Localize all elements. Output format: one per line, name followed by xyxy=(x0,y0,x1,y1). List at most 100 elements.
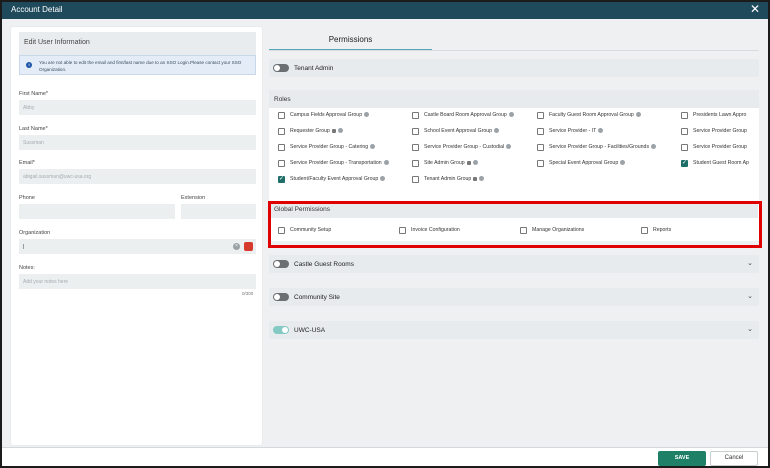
role-label-text: School Event Approval Group xyxy=(424,128,493,134)
first-name-label: First Name* xyxy=(19,91,49,97)
global-permission-label: Reports xyxy=(653,227,672,233)
close-icon[interactable]: ✕ xyxy=(750,2,760,16)
role-label-text: Campus Fields Approval Group xyxy=(290,112,363,118)
tab-permissions[interactable]: Permissions xyxy=(269,27,432,51)
role-checkbox[interactable] xyxy=(681,144,688,151)
last-name-field[interactable]: Sussman xyxy=(19,135,256,150)
role-checkbox[interactable] xyxy=(412,176,419,183)
lock-icon xyxy=(473,176,478,181)
role-label: Requester Group xyxy=(290,128,343,134)
help-icon[interactable] xyxy=(494,128,500,134)
role-label: Service Provider Group xyxy=(693,144,747,150)
role-label-text: Student/Faculty Event Approval Group xyxy=(290,176,379,182)
role-label-text: Site Admin Group xyxy=(424,160,465,166)
lock-icon xyxy=(331,128,336,133)
help-icon[interactable] xyxy=(620,160,626,166)
save-button[interactable]: SAVE xyxy=(658,451,706,466)
help-icon[interactable] xyxy=(370,144,376,150)
dialog-footer: SAVE Cancel xyxy=(2,447,768,466)
role-label: Campus Fields Approval Group xyxy=(290,112,370,118)
chevron-down-icon[interactable]: ⌄ xyxy=(747,325,753,333)
global-permission-label: Manage Organizations xyxy=(532,227,585,233)
role-checkbox[interactable] xyxy=(278,128,285,135)
role-checkbox[interactable] xyxy=(681,112,688,119)
sso-info-banner: i You are not able to edit the email and… xyxy=(19,55,256,75)
role-checkbox[interactable] xyxy=(412,160,419,167)
organization-action-button[interactable] xyxy=(244,242,253,251)
chevron-down-icon[interactable]: ⌄ xyxy=(747,292,753,300)
site-toggle[interactable] xyxy=(273,293,289,301)
site-row[interactable]: Community Site ⌄ xyxy=(269,288,759,306)
organization-label: Organization xyxy=(19,230,51,236)
global-permission-label: Invoice Configuration xyxy=(411,227,460,233)
role-checkbox[interactable] xyxy=(278,175,285,183)
role-checkbox[interactable] xyxy=(412,144,419,151)
role-label: Presidents Lawn Appro xyxy=(693,112,746,118)
help-icon[interactable] xyxy=(479,176,485,182)
role-label: Service Provider Group - Transportation xyxy=(290,160,389,166)
role-checkbox[interactable] xyxy=(278,112,285,119)
role-label-text: Service Provider Group - Catering xyxy=(290,144,369,150)
role-label-text: Service Provider Group xyxy=(693,128,747,134)
global-permission-checkbox[interactable] xyxy=(278,227,285,234)
role-checkbox[interactable] xyxy=(537,144,544,151)
role-label: Faculty Guest Room Approval Group xyxy=(549,112,641,118)
role-checkbox[interactable] xyxy=(681,128,688,135)
help-icon[interactable] xyxy=(472,160,478,166)
role-label: Student Guest Room Ap xyxy=(693,160,749,166)
help-icon[interactable] xyxy=(364,112,370,118)
role-label: Service Provider Group - Custodial xyxy=(424,144,512,150)
email-field[interactable]: abigail.sussman@uwc-usa.org xyxy=(19,169,256,184)
role-checkbox[interactable] xyxy=(278,144,285,151)
help-icon[interactable] xyxy=(506,144,512,150)
role-checkbox[interactable] xyxy=(537,128,544,135)
user-info-header: Edit User Information xyxy=(19,32,256,56)
help-icon[interactable] xyxy=(598,128,604,134)
help-icon[interactable] xyxy=(635,112,641,118)
extension-field[interactable] xyxy=(181,204,256,219)
phone-field[interactable] xyxy=(19,204,175,219)
notes-field[interactable]: Add your notes here xyxy=(19,274,256,289)
tenant-admin-toggle[interactable] xyxy=(273,64,289,72)
role-checkbox[interactable] xyxy=(537,112,544,119)
title-bar: Account Detail ✕ xyxy=(2,2,768,19)
permissions-panel: Permissions Tenant Admin Roles Campus Fi… xyxy=(269,27,759,445)
help-icon[interactable] xyxy=(651,144,657,150)
site-row[interactable]: Castle Guest Rooms ⌄ xyxy=(269,255,759,273)
role-label: Site Admin Group xyxy=(424,160,478,166)
site-toggle[interactable] xyxy=(273,260,289,268)
role-label-text: Service Provider Group - Custodial xyxy=(424,144,505,150)
role-label: Tenant Admin Group xyxy=(424,176,485,182)
role-label-text: Tenant Admin Group xyxy=(424,176,472,182)
role-checkbox[interactable] xyxy=(537,160,544,167)
cancel-button[interactable]: Cancel xyxy=(710,451,758,466)
global-permission-checkbox[interactable] xyxy=(641,227,648,234)
clear-icon[interactable]: × xyxy=(233,243,240,250)
lock-icon xyxy=(466,160,471,165)
chevron-down-icon[interactable]: ⌄ xyxy=(747,259,753,267)
help-icon[interactable] xyxy=(508,112,514,118)
organization-field[interactable]: | xyxy=(19,239,256,254)
role-checkbox[interactable] xyxy=(681,159,688,167)
global-permission-label: Community Setup xyxy=(290,227,332,233)
global-permission-checkbox[interactable] xyxy=(520,227,527,234)
site-row[interactable]: UWC-USA ⌄ xyxy=(269,321,759,339)
site-toggle[interactable] xyxy=(273,326,289,334)
tab-divider xyxy=(269,50,759,51)
global-permission-checkbox[interactable] xyxy=(399,227,406,234)
role-label: Special Event Approval Group xyxy=(549,160,626,166)
extension-label: Extension xyxy=(181,195,206,201)
global-permissions-section: Global Permissions Community Setup Invoic… xyxy=(269,201,759,241)
role-checkbox[interactable] xyxy=(278,160,285,167)
tenant-admin-row: Tenant Admin xyxy=(269,59,759,77)
help-icon[interactable] xyxy=(383,160,389,166)
dialog-title: Account Detail xyxy=(11,5,63,14)
site-label: Castle Guest Rooms xyxy=(294,261,354,268)
role-checkbox[interactable] xyxy=(412,128,419,135)
help-icon[interactable] xyxy=(380,176,386,182)
site-label: Community Site xyxy=(294,294,340,301)
role-checkbox[interactable] xyxy=(412,112,419,119)
global-permissions-header: Global Permissions xyxy=(270,201,758,218)
first-name-field[interactable]: Abby xyxy=(19,100,256,115)
help-icon[interactable] xyxy=(337,128,343,134)
